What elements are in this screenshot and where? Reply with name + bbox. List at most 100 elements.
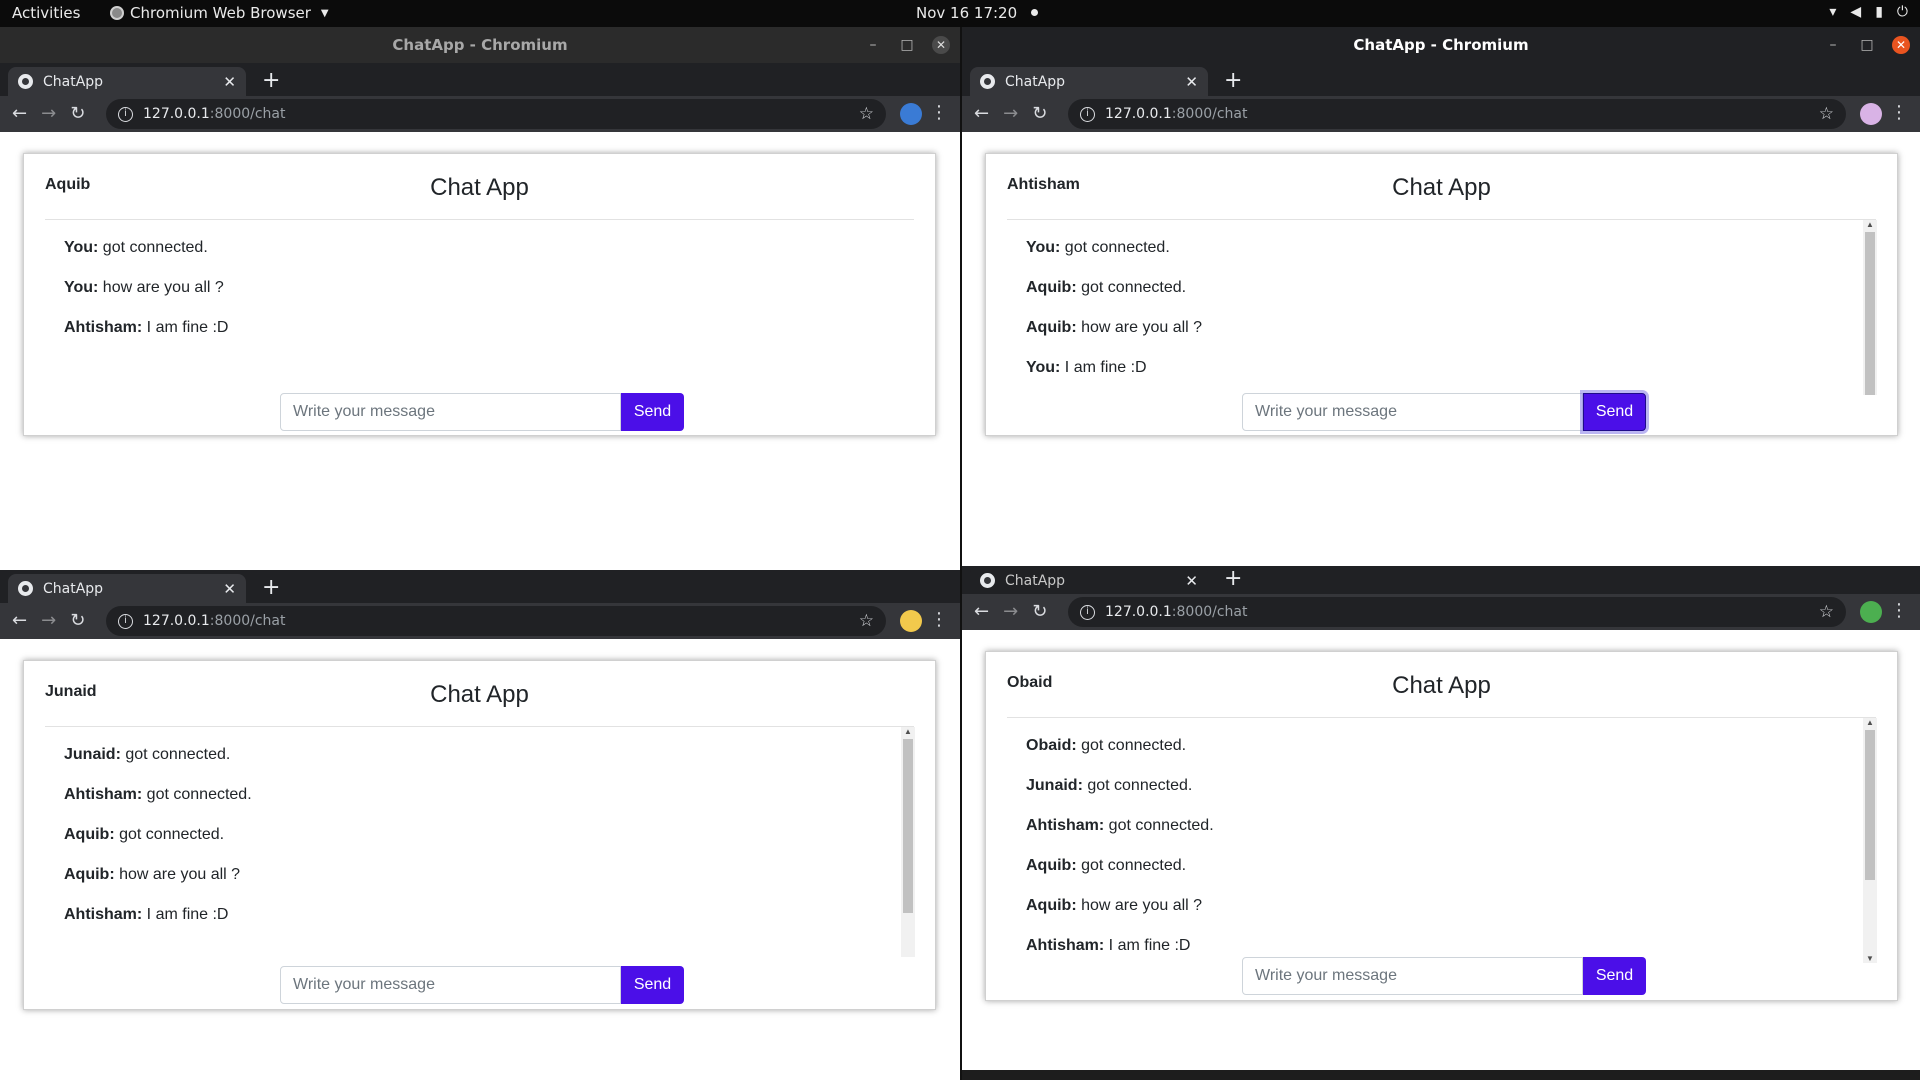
scroll-up-arrow-icon[interactable]: ▲ (901, 727, 915, 736)
maximize-icon[interactable]: □ (1858, 27, 1876, 63)
message: Ahtisham: got connected. (1026, 814, 1857, 854)
tab-close-icon[interactable]: ✕ (1185, 572, 1198, 590)
tab-chatapp[interactable]: ChatApp ✕ (970, 566, 1208, 595)
scroll-down-arrow-icon[interactable]: ▼ (1863, 954, 1877, 963)
page-title: Chat App (430, 681, 529, 708)
new-tab-plus-icon[interactable]: + (262, 575, 280, 601)
forward-arrow-icon[interactable]: → (1003, 601, 1018, 623)
clock[interactable]: Nov 16 17:20 (916, 4, 1039, 22)
message-text: got connected. (114, 826, 225, 843)
address-bar[interactable]: i 127.0.0.1:8000/chat ☆ (1068, 99, 1846, 129)
minimize-icon[interactable]: – (864, 27, 882, 63)
power-icon: ⏻ (1896, 4, 1908, 20)
bookmark-star-icon[interactable]: ☆ (859, 104, 874, 124)
address-bar[interactable]: i 127.0.0.1:8000/chat ☆ (106, 606, 886, 636)
message-input[interactable]: Write your message (280, 966, 621, 1004)
tab-chatapp[interactable]: ChatApp ✕ (970, 67, 1208, 96)
scrollbar-thumb[interactable] (1865, 730, 1875, 880)
kebab-menu-icon[interactable]: ⋮ (1890, 599, 1908, 623)
scroll-up-arrow-icon[interactable]: ▲ (1863, 220, 1877, 229)
reload-icon[interactable]: ↻ (1032, 103, 1047, 125)
message: You: how are you all ? (64, 276, 895, 316)
info-icon[interactable]: i (118, 613, 133, 629)
message-input[interactable]: Write your message (280, 393, 621, 431)
message-scrollbar[interactable]: ▲ ▼ (901, 727, 915, 957)
tab-chatapp[interactable]: ChatApp ✕ (8, 574, 246, 603)
browser-toolbar: ← → ↻ i 127.0.0.1:8000/chat ☆ ⋮ (962, 594, 1920, 630)
maximize-icon[interactable]: □ (898, 27, 916, 63)
send-button[interactable]: Send (1583, 393, 1646, 431)
scroll-up-arrow-icon[interactable]: ▲ (1863, 718, 1877, 727)
bookmark-star-icon[interactable]: ☆ (1819, 602, 1834, 622)
window-titlebar[interactable]: ChatApp - Chromium – □ ✕ (962, 27, 1920, 63)
message-scrollbar[interactable]: ▲ ▼ (1863, 220, 1877, 395)
scrollbar-thumb[interactable] (1865, 232, 1875, 395)
message-list: You: got connected. You: how are you all… (44, 220, 915, 395)
kebab-menu-icon[interactable]: ⋮ (930, 608, 948, 632)
info-icon[interactable]: i (118, 106, 133, 122)
chat-card: Aquib Chat App You: got connected. You: … (23, 153, 936, 436)
tab-close-icon[interactable]: ✕ (1185, 73, 1198, 91)
chat-header: Junaid Chat App (45, 661, 914, 727)
send-button[interactable]: Send (621, 393, 684, 431)
message-input[interactable]: Write your message (1242, 957, 1583, 995)
address-bar[interactable]: i 127.0.0.1:8000/chat ☆ (1068, 597, 1846, 627)
message-input[interactable]: Write your message (1242, 393, 1583, 431)
chat-header: Ahtisham Chat App (1007, 154, 1876, 220)
forward-arrow-icon[interactable]: → (1003, 103, 1018, 125)
kebab-menu-icon[interactable]: ⋮ (930, 101, 948, 125)
kebab-menu-icon[interactable]: ⋮ (1890, 101, 1908, 125)
message-composer: Write your message Send (1242, 393, 1646, 431)
forward-arrow-icon[interactable]: → (41, 610, 56, 632)
profile-avatar-icon[interactable] (1860, 601, 1882, 623)
message-text: I am fine :D (1104, 937, 1191, 954)
bookmark-star-icon[interactable]: ☆ (859, 611, 874, 631)
back-arrow-icon[interactable]: ← (974, 103, 989, 125)
page-title: Chat App (430, 174, 529, 201)
info-icon[interactable]: i (1080, 106, 1095, 122)
tab-close-icon[interactable]: ✕ (223, 580, 236, 598)
tab-close-icon[interactable]: ✕ (223, 73, 236, 91)
message-sender: Junaid: (64, 746, 121, 763)
tab-label: ChatApp (1005, 73, 1066, 90)
system-tray[interactable]: ▾ ◀ ▮ ⏻ (1829, 4, 1908, 20)
close-icon[interactable]: ✕ (1892, 36, 1910, 54)
address-bar[interactable]: i 127.0.0.1:8000/chat ☆ (106, 99, 886, 129)
window-title: ChatApp - Chromium (392, 36, 568, 54)
message-composer: Write your message Send (1242, 957, 1646, 995)
window-controls: – □ ✕ (864, 27, 950, 63)
message-scrollbar[interactable]: ▲ ▼ (1863, 718, 1877, 963)
chat-card: Obaid Chat App Obaid: got connected. Jun… (985, 651, 1898, 1001)
message-sender: You: (64, 279, 99, 296)
profile-avatar-icon[interactable] (1860, 103, 1882, 125)
reload-icon[interactable]: ↻ (70, 610, 85, 632)
back-arrow-icon[interactable]: ← (12, 103, 27, 125)
message-list: Junaid: got connected. Ahtisham: got con… (44, 727, 915, 957)
profile-avatar-icon[interactable] (900, 610, 922, 632)
send-button[interactable]: Send (621, 966, 684, 1004)
message-sender: Obaid: (1026, 737, 1077, 754)
back-arrow-icon[interactable]: ← (12, 610, 27, 632)
info-icon[interactable]: i (1080, 604, 1095, 620)
activities-button[interactable]: Activities (12, 4, 80, 22)
message-sender: Aquib: (1026, 897, 1077, 914)
message: Aquib: how are you all ? (1026, 316, 1857, 356)
app-menu[interactable]: Chromium Web Browser ▼ (110, 4, 329, 22)
message-sender: Aquib: (1026, 279, 1077, 296)
profile-avatar-icon[interactable] (900, 103, 922, 125)
close-icon[interactable]: ✕ (932, 36, 950, 54)
forward-arrow-icon[interactable]: → (41, 103, 56, 125)
scrollbar-thumb[interactable] (903, 739, 913, 913)
send-button[interactable]: Send (1583, 957, 1646, 995)
reload-icon[interactable]: ↻ (1032, 601, 1047, 623)
reload-icon[interactable]: ↻ (70, 103, 85, 125)
bookmark-star-icon[interactable]: ☆ (1819, 104, 1834, 124)
new-tab-plus-icon[interactable]: + (262, 68, 280, 94)
back-arrow-icon[interactable]: ← (974, 601, 989, 623)
new-tab-plus-icon[interactable]: + (1224, 68, 1242, 94)
new-tab-plus-icon[interactable]: + (1224, 566, 1242, 592)
tab-chatapp[interactable]: ChatApp ✕ (8, 67, 246, 96)
minimize-icon[interactable]: – (1824, 27, 1842, 63)
window-titlebar[interactable]: ChatApp - Chromium – □ ✕ (0, 27, 960, 63)
message-composer: Write your message Send (280, 393, 684, 431)
